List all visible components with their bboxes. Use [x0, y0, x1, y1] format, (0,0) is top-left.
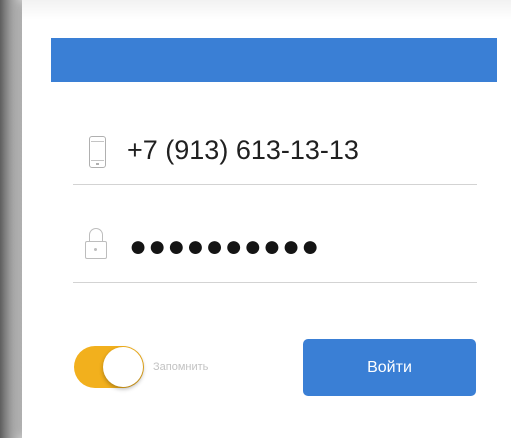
phone-field[interactable]: +7 (913) 613-13-13 — [73, 124, 477, 185]
password-field[interactable]: ●●●●●●●●●● — [73, 222, 477, 283]
remember-toggle[interactable] — [74, 346, 144, 388]
password-input-value[interactable]: ●●●●●●●●●● — [129, 230, 320, 264]
toggle-knob[interactable] — [103, 347, 143, 387]
phone-input-value[interactable]: +7 (913) 613-13-13 — [127, 135, 359, 166]
header-bar — [51, 38, 497, 82]
login-button[interactable]: Войти — [303, 339, 476, 396]
phone-icon — [89, 136, 106, 168]
lock-icon — [85, 228, 107, 262]
remember-label: Запомнить — [153, 361, 209, 373]
card-top-shade — [22, 0, 511, 20]
